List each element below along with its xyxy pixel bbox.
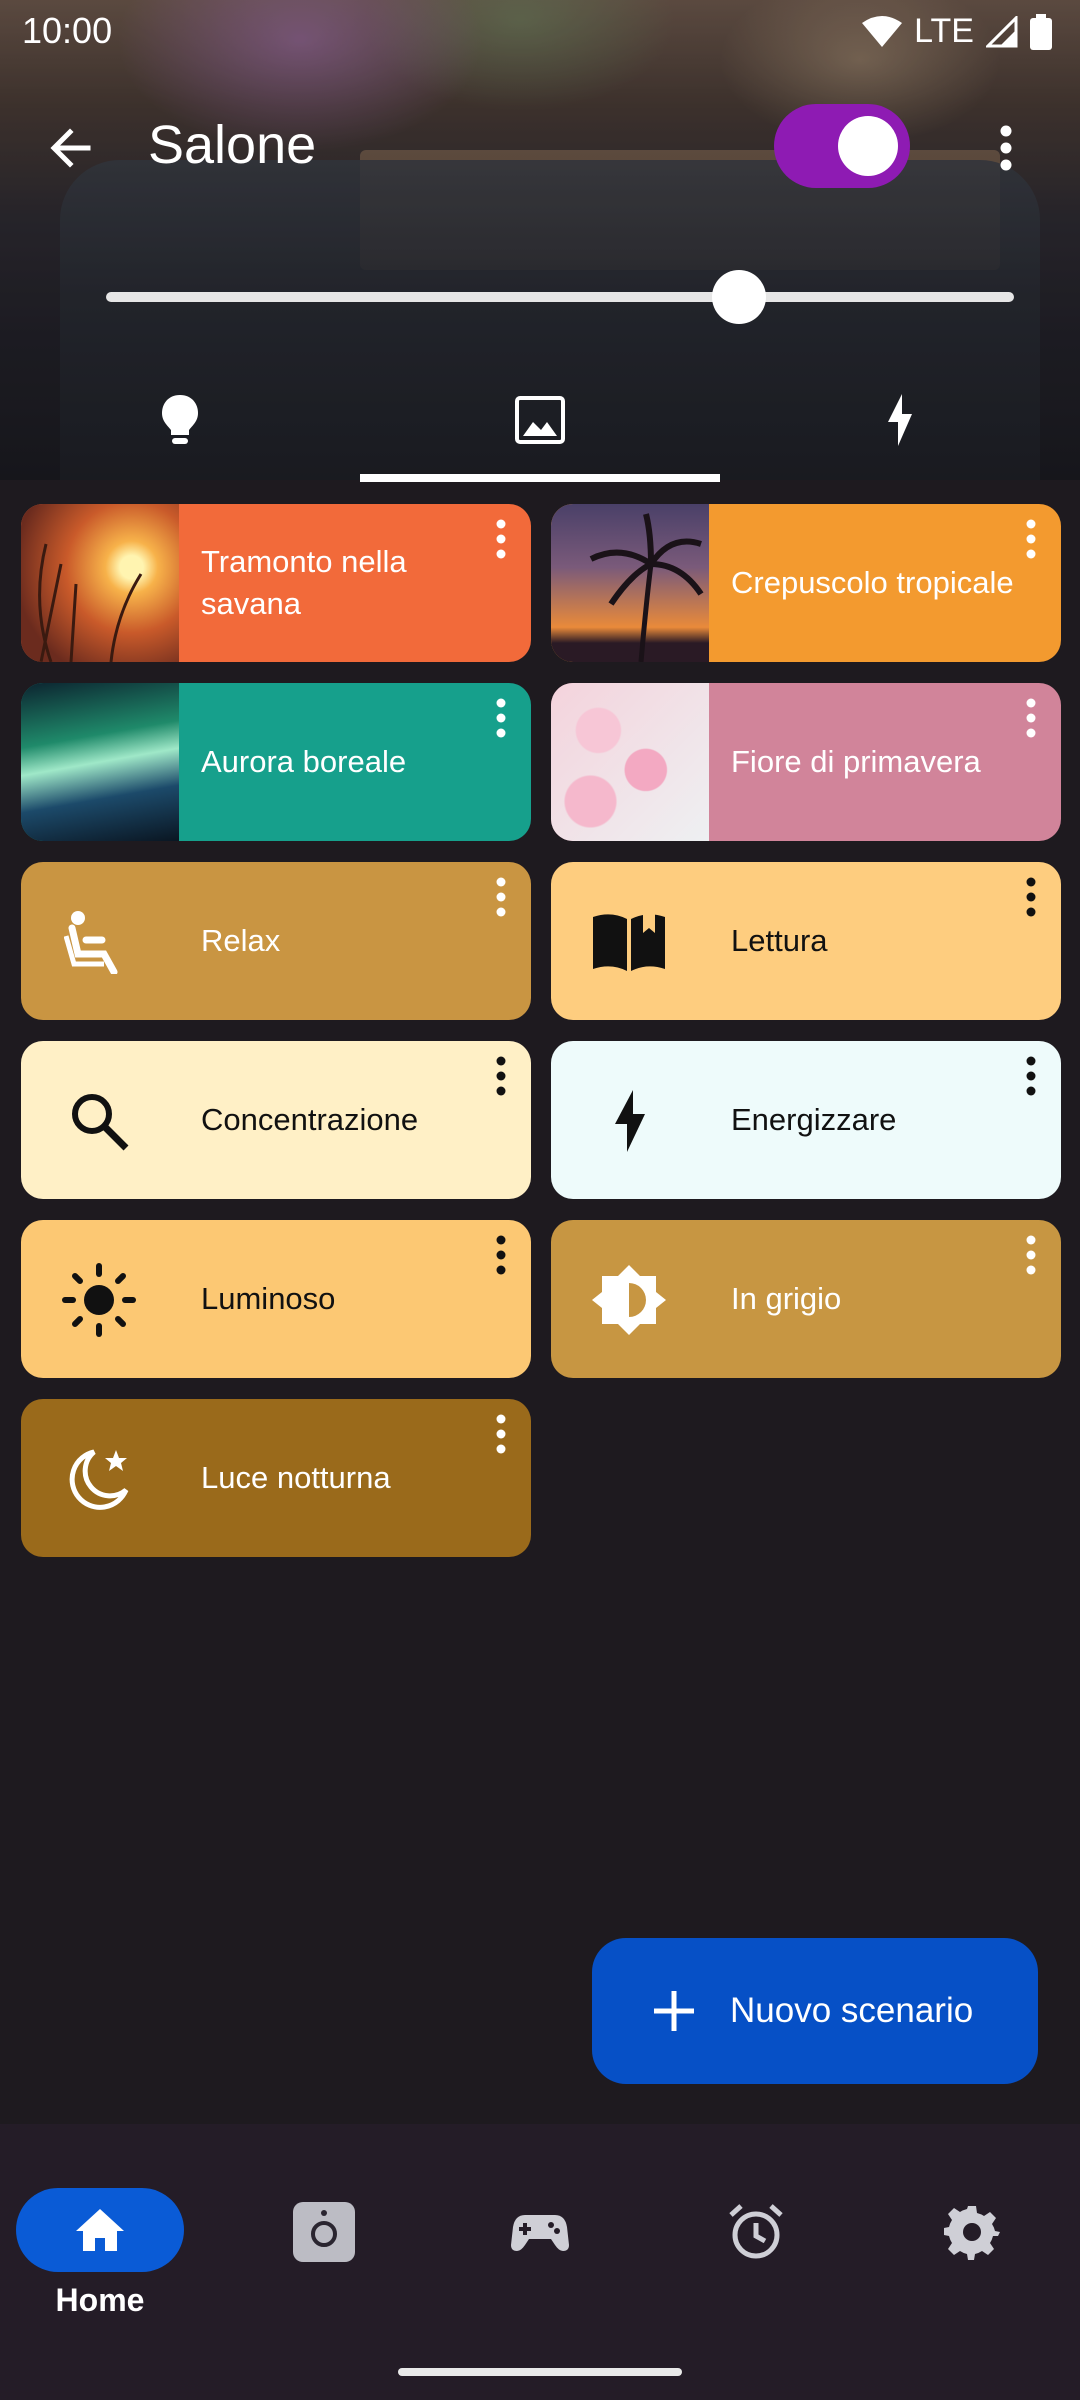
- scene-label: Luminoso: [201, 1281, 336, 1316]
- network-type: LTE: [914, 12, 974, 50]
- night-icon: [69, 1449, 129, 1510]
- scene-label: In grigio: [731, 1281, 842, 1316]
- scene-card-night[interactable]: Luce notturna: [21, 1399, 531, 1557]
- recline-icon: [64, 911, 118, 974]
- scene-menu-button[interactable]: [489, 1411, 513, 1457]
- scene-label: Luce notturna: [201, 1460, 391, 1495]
- gesture-bar: [398, 2368, 682, 2376]
- tab-scenes[interactable]: [360, 360, 720, 480]
- scene-card-savanna[interactable]: Tramonto nella savana: [21, 504, 531, 662]
- sun-icon: [62, 1263, 136, 1337]
- scene-label: Tramonto nella savana: [201, 544, 407, 621]
- aurora-photo: [21, 683, 179, 841]
- scene-menu-button[interactable]: [1019, 1232, 1043, 1278]
- overflow-menu-button[interactable]: [984, 118, 1028, 178]
- scene-menu-button[interactable]: [1019, 516, 1043, 562]
- scene-menu-button[interactable]: [489, 516, 513, 562]
- app-bar: Salone: [0, 100, 1080, 196]
- toggle-knob: [838, 116, 898, 176]
- alarm-icon: [729, 2204, 783, 2259]
- cherry-blossom-photo: [551, 683, 709, 841]
- more-vert-icon: [496, 877, 506, 917]
- battery-icon: [1030, 13, 1052, 50]
- nav-home[interactable]: Home: [0, 2154, 216, 2318]
- scene-menu-button[interactable]: [489, 1232, 513, 1278]
- scene-card-tropical[interactable]: Crepuscolo tropicale: [551, 504, 1061, 662]
- scene-menu-button[interactable]: [489, 1053, 513, 1099]
- scene-card-energize[interactable]: Energizzare: [551, 1041, 1061, 1199]
- scene-label: Crepuscolo tropicale: [731, 565, 1014, 600]
- image-icon: [515, 396, 565, 444]
- scene-label: Lettura: [731, 923, 828, 958]
- nav-entertainment[interactable]: [432, 2154, 648, 2294]
- scene-label: Relax: [201, 923, 281, 958]
- tab-effects[interactable]: [720, 360, 1080, 480]
- back-button[interactable]: [40, 118, 100, 178]
- bolt-icon: [615, 1090, 645, 1152]
- scene-card-reading[interactable]: Lettura: [551, 862, 1061, 1020]
- scene-card-bright[interactable]: Luminoso: [21, 1220, 531, 1378]
- gear-icon: [944, 2206, 1000, 2260]
- more-vert-icon: [1026, 1235, 1036, 1275]
- brightness-icon: [592, 1265, 666, 1335]
- sunset-grass-photo: [21, 504, 179, 662]
- power-toggle[interactable]: [774, 104, 910, 188]
- bottom-navigation: Home: [0, 2124, 1080, 2400]
- book-icon: [593, 913, 665, 971]
- palm-sunset-photo: [551, 504, 709, 662]
- more-vert-icon: [1026, 877, 1036, 917]
- scene-menu-button[interactable]: [1019, 874, 1043, 920]
- more-vert-icon: [1026, 1056, 1036, 1096]
- tab-indicator: [360, 474, 720, 482]
- scene-card-relax[interactable]: Relax: [21, 862, 531, 1020]
- signal-icon: [986, 15, 1018, 47]
- home-icon: [76, 2209, 124, 2251]
- new-scene-label: Nuovo scenario: [730, 1991, 974, 2030]
- slider-track: [106, 292, 1014, 302]
- more-vert-icon: [496, 698, 506, 738]
- search-icon: [72, 1094, 129, 1151]
- scene-card-aurora[interactable]: Aurora boreale: [21, 683, 531, 841]
- flash-icon: [888, 394, 912, 446]
- more-vert-icon: [496, 1414, 506, 1454]
- scene-card-focus[interactable]: Concentrazione: [21, 1041, 531, 1199]
- scene-menu-button[interactable]: [1019, 695, 1043, 741]
- nav-automations[interactable]: [648, 2154, 864, 2294]
- new-scene-button[interactable]: Nuovo scenario: [592, 1938, 1038, 2084]
- scene-menu-button[interactable]: [1019, 1053, 1043, 1099]
- tab-bar: [0, 360, 1080, 482]
- scene-label: Fiore di primavera: [731, 744, 981, 779]
- lightbulb-icon: [162, 395, 198, 444]
- scene-card-spring[interactable]: Fiore di primavera: [551, 683, 1061, 841]
- more-vert-icon: [1026, 519, 1036, 559]
- more-vert-icon: [1026, 698, 1036, 738]
- scene-label: Aurora boreale: [201, 744, 407, 779]
- scene-label: Energizzare: [731, 1102, 897, 1137]
- nav-settings[interactable]: [864, 2154, 1080, 2294]
- page-title: Salone: [148, 115, 317, 175]
- camera-box-icon: [293, 2202, 355, 2262]
- status-time: 10:00: [22, 10, 113, 51]
- plus-icon: [654, 1991, 694, 2031]
- more-vert-icon: [496, 1056, 506, 1096]
- nav-devices[interactable]: [216, 2154, 432, 2294]
- scene-label: Concentrazione: [201, 1102, 419, 1137]
- gamepad-icon: [511, 2215, 569, 2251]
- more-vert-icon: [496, 1235, 506, 1275]
- status-bar: 10:00 LTE: [0, 0, 1080, 62]
- wifi-icon: [862, 15, 903, 47]
- tab-lights[interactable]: [0, 360, 360, 480]
- scene-menu-button[interactable]: [489, 874, 513, 920]
- more-vert-icon: [1000, 125, 1012, 171]
- slider-thumb[interactable]: [712, 270, 766, 324]
- nav-home-label: Home: [55, 2282, 145, 2318]
- brightness-slider[interactable]: [106, 270, 1014, 324]
- scene-menu-button[interactable]: [489, 695, 513, 741]
- nav-active-indicator: [16, 2188, 184, 2272]
- more-vert-icon: [496, 519, 506, 559]
- scene-card-dimmed[interactable]: In grigio: [551, 1220, 1061, 1378]
- arrow-back-icon: [50, 128, 91, 168]
